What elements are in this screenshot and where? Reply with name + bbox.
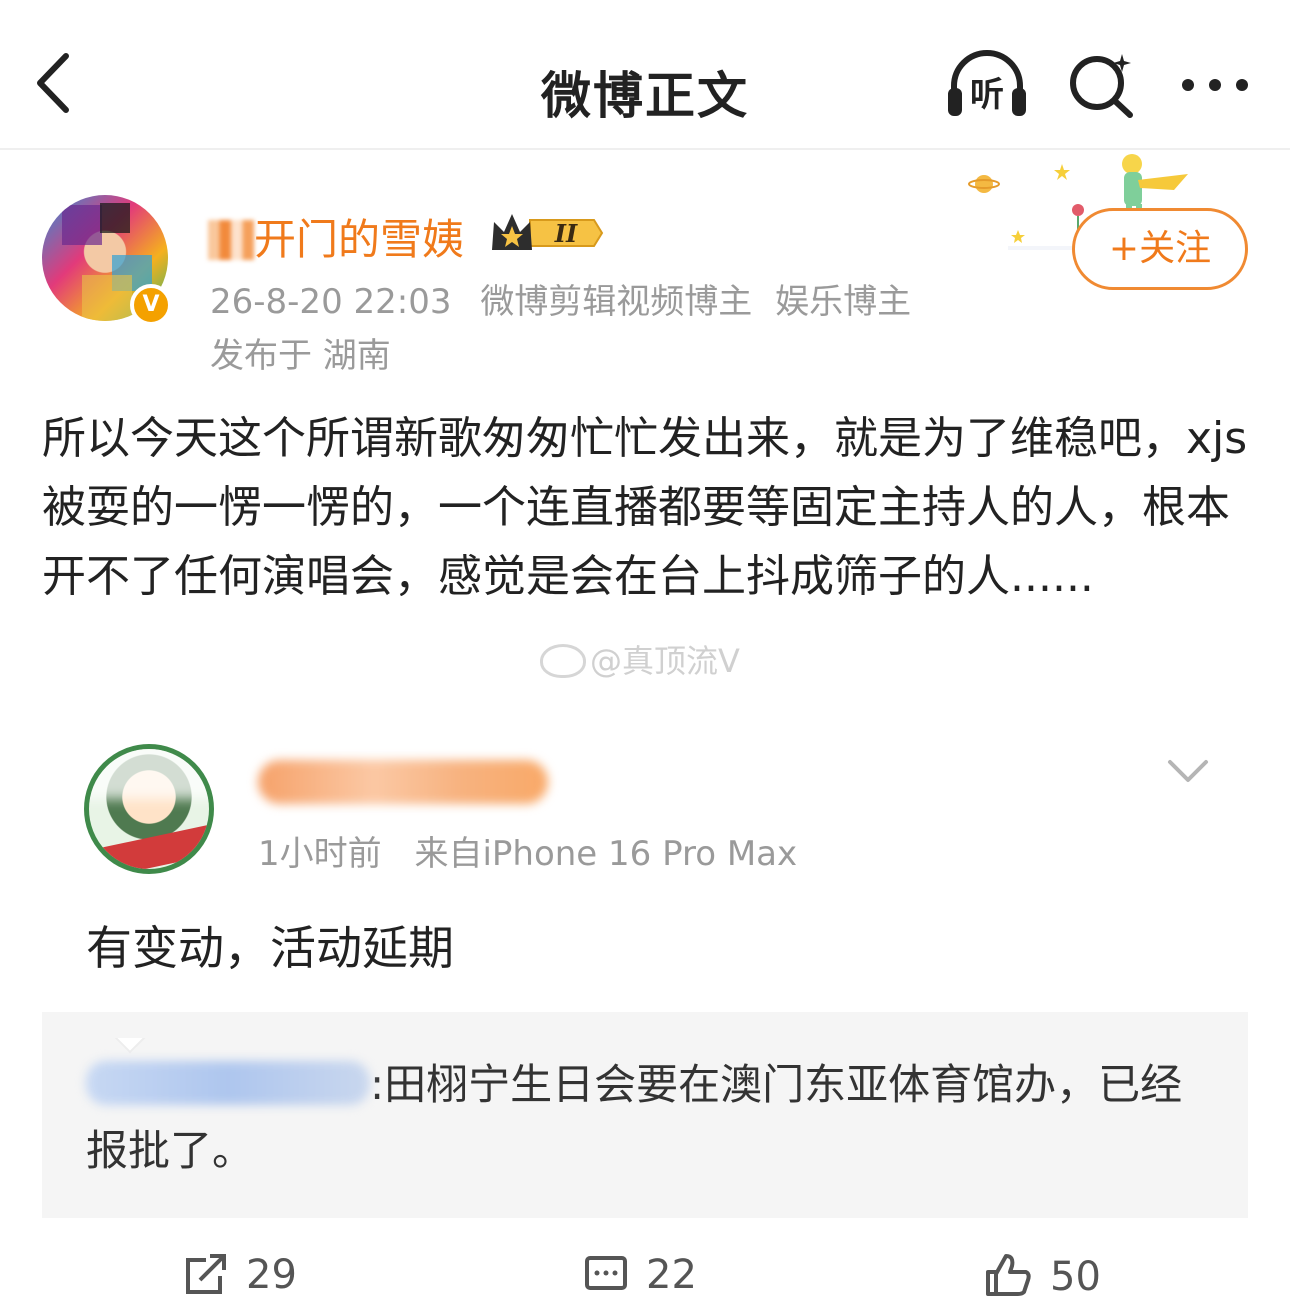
watermark-text: @真顶流V (590, 642, 740, 680)
member-crown-badge[interactable]: II (490, 210, 606, 256)
action-bar: 29 22 50 (0, 1236, 1290, 1313)
comment-source: 来自iPhone 16 Pro Max (414, 834, 798, 874)
post-body-text: 所以今天这个所谓新歌匆匆忙忙发出来，就是为了维稳吧，xjs被耍的一愣一愣的，一个… (42, 413, 1248, 602)
avatar-mosaic (62, 205, 102, 245)
commenter-avatar[interactable] (84, 744, 214, 874)
avatar-mosaic (100, 203, 130, 233)
more-dots-icon (1182, 79, 1248, 91)
username-text: 开门的雪姨 (254, 215, 465, 264)
author-username[interactable]: 开门的雪姨 (208, 206, 464, 267)
listen-label: 听 (970, 75, 1004, 115)
repost-icon (186, 1254, 226, 1294)
listen-button[interactable]: 听 (944, 48, 1030, 120)
comment-meta: 1小时前 来自iPhone 16 Pro Max (258, 826, 797, 875)
repost-button[interactable]: 29 (184, 1252, 297, 1312)
post-location: 发布于 湖南 (210, 336, 391, 376)
comment-text: 有变动，活动延期 (86, 921, 454, 975)
post-meta: 26-8-20 22:03 微博剪辑视频博主 娱乐博主 (210, 274, 911, 323)
thumbs-up-icon (986, 1254, 1031, 1296)
like-count: 50 (1050, 1254, 1101, 1300)
comment-expand-button[interactable] (1166, 756, 1210, 786)
weibo-logo-icon (540, 644, 586, 678)
avatar-decoration (89, 822, 209, 869)
top-navigation-bar: 微博正文 听 (0, 0, 1290, 150)
source-tag-2: 娱乐博主 (775, 282, 912, 322)
quoted-reply-text: :田栩宁生日会要在澳门东亚体育馆办，已经报批了。 (86, 1052, 1216, 1184)
like-button[interactable]: 50 (984, 1252, 1101, 1312)
source-tag-1: 微博剪辑视频博主 (480, 282, 753, 322)
badge-level: II (554, 219, 578, 248)
username-mosaic (208, 220, 254, 260)
comment-icon (585, 1256, 627, 1290)
listen-headphones-icon: 听 (948, 50, 1026, 116)
chevron-down-icon (1168, 760, 1208, 782)
comment-count: 22 (646, 1252, 697, 1298)
avatar-mosaic (89, 749, 209, 799)
post-timestamp: 26-8-20 22:03 (210, 282, 452, 322)
comment-time: 1小时前 (258, 834, 382, 874)
comment-button[interactable]: 22 (584, 1252, 697, 1312)
follow-button[interactable]: +关注 (1072, 208, 1248, 290)
quote-pointer-fill (100, 1012, 160, 1038)
crown-icon: II (492, 214, 604, 250)
more-button[interactable] (1180, 70, 1250, 100)
weibo-watermark: @真顶流V (540, 636, 740, 682)
quoted-author-blurred[interactable] (86, 1061, 370, 1105)
commenter-name-blurred[interactable] (258, 760, 548, 804)
repost-count: 29 (246, 1252, 297, 1298)
search-sparkle-icon (1070, 54, 1133, 118)
verified-badge-icon: V (130, 284, 172, 326)
search-button[interactable] (1066, 50, 1136, 120)
avatar-mosaic (82, 275, 132, 321)
